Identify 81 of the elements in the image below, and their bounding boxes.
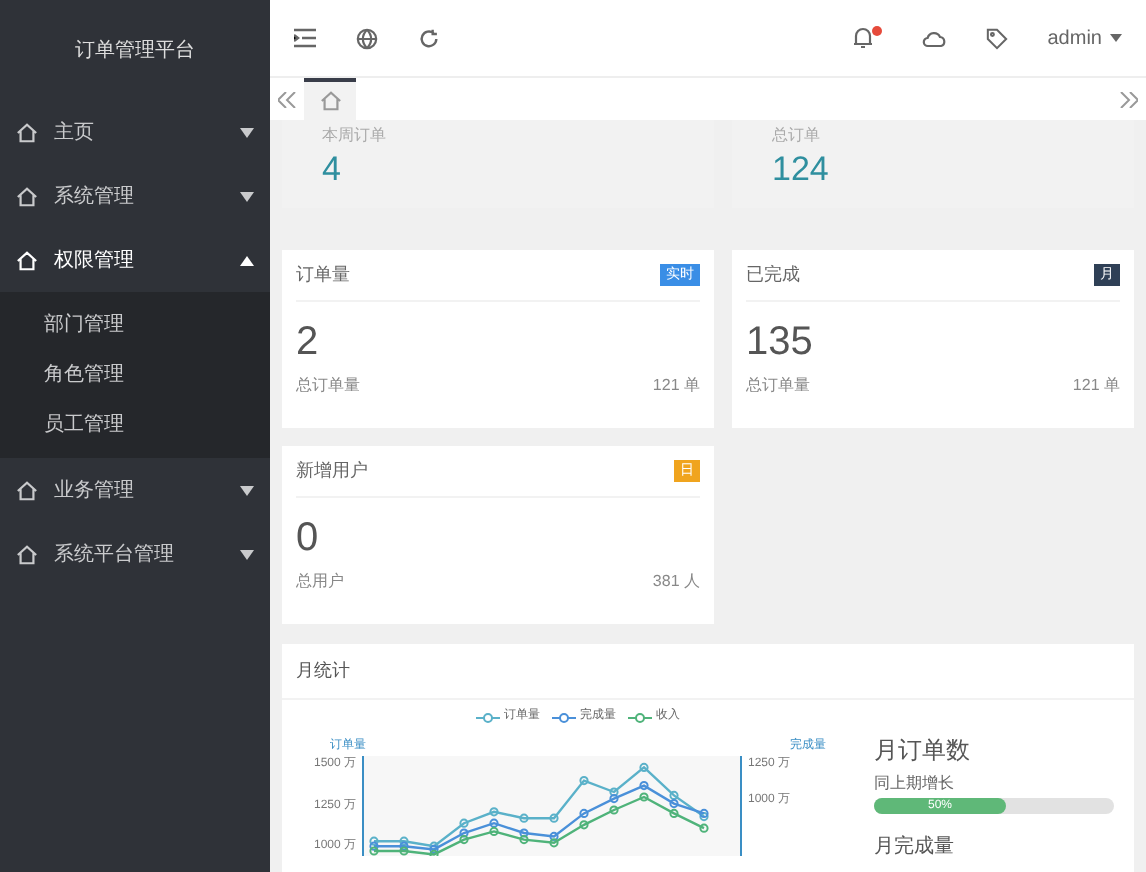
sidebar-item[interactable]: 系统平台管理 <box>0 522 270 586</box>
sidebar-item[interactable]: 权限管理 <box>0 228 270 292</box>
point <box>399 841 409 851</box>
point <box>519 813 529 823</box>
point <box>669 808 679 818</box>
app-title: 订单管理平台 <box>73 37 197 65</box>
card-footer-label: 总订单量 <box>746 374 810 398</box>
tag-icon[interactable] <box>985 27 1008 49</box>
caret-icon <box>240 549 254 559</box>
home-icon <box>16 479 38 501</box>
point <box>699 823 709 833</box>
home-tab[interactable] <box>304 78 356 120</box>
sidebar-subitem[interactable]: 角色管理 <box>44 360 124 390</box>
card-value: 2 <box>296 318 319 366</box>
card-footer-value: 381 人 <box>652 570 700 594</box>
point <box>369 841 379 851</box>
point <box>429 849 439 856</box>
card-value: 124 <box>772 148 831 192</box>
card-footer-value: 121 单 <box>652 374 700 398</box>
caret-icon <box>240 485 254 495</box>
card-title: 已完成 <box>746 261 800 288</box>
stat-title: 月订单数 <box>874 734 972 768</box>
point <box>519 835 529 845</box>
card-title: 订单量 <box>296 261 350 288</box>
card-value: 4 <box>322 148 343 192</box>
globe-icon[interactable] <box>356 27 378 49</box>
caret-icon <box>240 127 254 137</box>
menu-icon[interactable] <box>294 28 316 48</box>
card-title: 总订单 <box>772 124 822 148</box>
point <box>549 813 559 823</box>
point <box>369 846 379 856</box>
card-title: 本周订单 <box>322 124 388 148</box>
point <box>459 828 469 838</box>
point <box>459 835 469 845</box>
card-footer-value: 121 单 <box>1072 374 1120 398</box>
point <box>549 838 559 848</box>
point <box>669 799 679 809</box>
sidebar-item[interactable]: 主页 <box>0 100 270 164</box>
caret-icon <box>240 255 254 265</box>
point <box>489 826 499 836</box>
user-menu[interactable]: admin <box>1047 23 1122 53</box>
point <box>579 808 589 818</box>
point <box>669 790 679 800</box>
sidebar-subitem[interactable]: 员工管理 <box>44 410 124 440</box>
point <box>639 781 649 791</box>
point <box>489 807 499 817</box>
home-icon <box>16 185 38 207</box>
bell-icon[interactable] <box>851 26 882 50</box>
cloud-icon[interactable] <box>921 27 946 49</box>
home-icon <box>16 121 38 143</box>
point <box>549 831 559 841</box>
point <box>609 805 619 815</box>
panel-title: 月统计 <box>296 657 350 684</box>
home-icon <box>319 90 341 112</box>
point <box>609 787 619 797</box>
point <box>579 820 589 830</box>
point <box>399 846 409 856</box>
sidebar-item[interactable]: 系统管理 <box>0 164 270 228</box>
home-icon <box>16 249 38 271</box>
refresh-icon[interactable] <box>418 27 440 49</box>
stat-subtitle: 同上期增长 <box>874 772 956 796</box>
card-footer-label: 总用户 <box>296 570 344 594</box>
card-value: 0 <box>296 514 319 562</box>
point <box>369 836 379 846</box>
card-footer-label: 总订单量 <box>296 374 360 398</box>
point <box>609 794 619 804</box>
stat-title: 月完成量 <box>874 833 956 862</box>
card-value: 135 <box>746 318 813 366</box>
caret-icon <box>240 191 254 201</box>
point <box>399 836 409 846</box>
sidebar-item[interactable]: 业务管理 <box>0 458 270 522</box>
point <box>459 818 469 828</box>
point <box>579 776 589 786</box>
point <box>519 828 529 838</box>
home-icon <box>16 543 38 565</box>
point <box>489 818 499 828</box>
point <box>639 762 649 772</box>
caret-icon <box>1110 34 1122 42</box>
card-title: 新增用户 <box>296 457 368 484</box>
sidebar-subitem[interactable]: 部门管理 <box>44 310 124 340</box>
point <box>639 792 649 802</box>
